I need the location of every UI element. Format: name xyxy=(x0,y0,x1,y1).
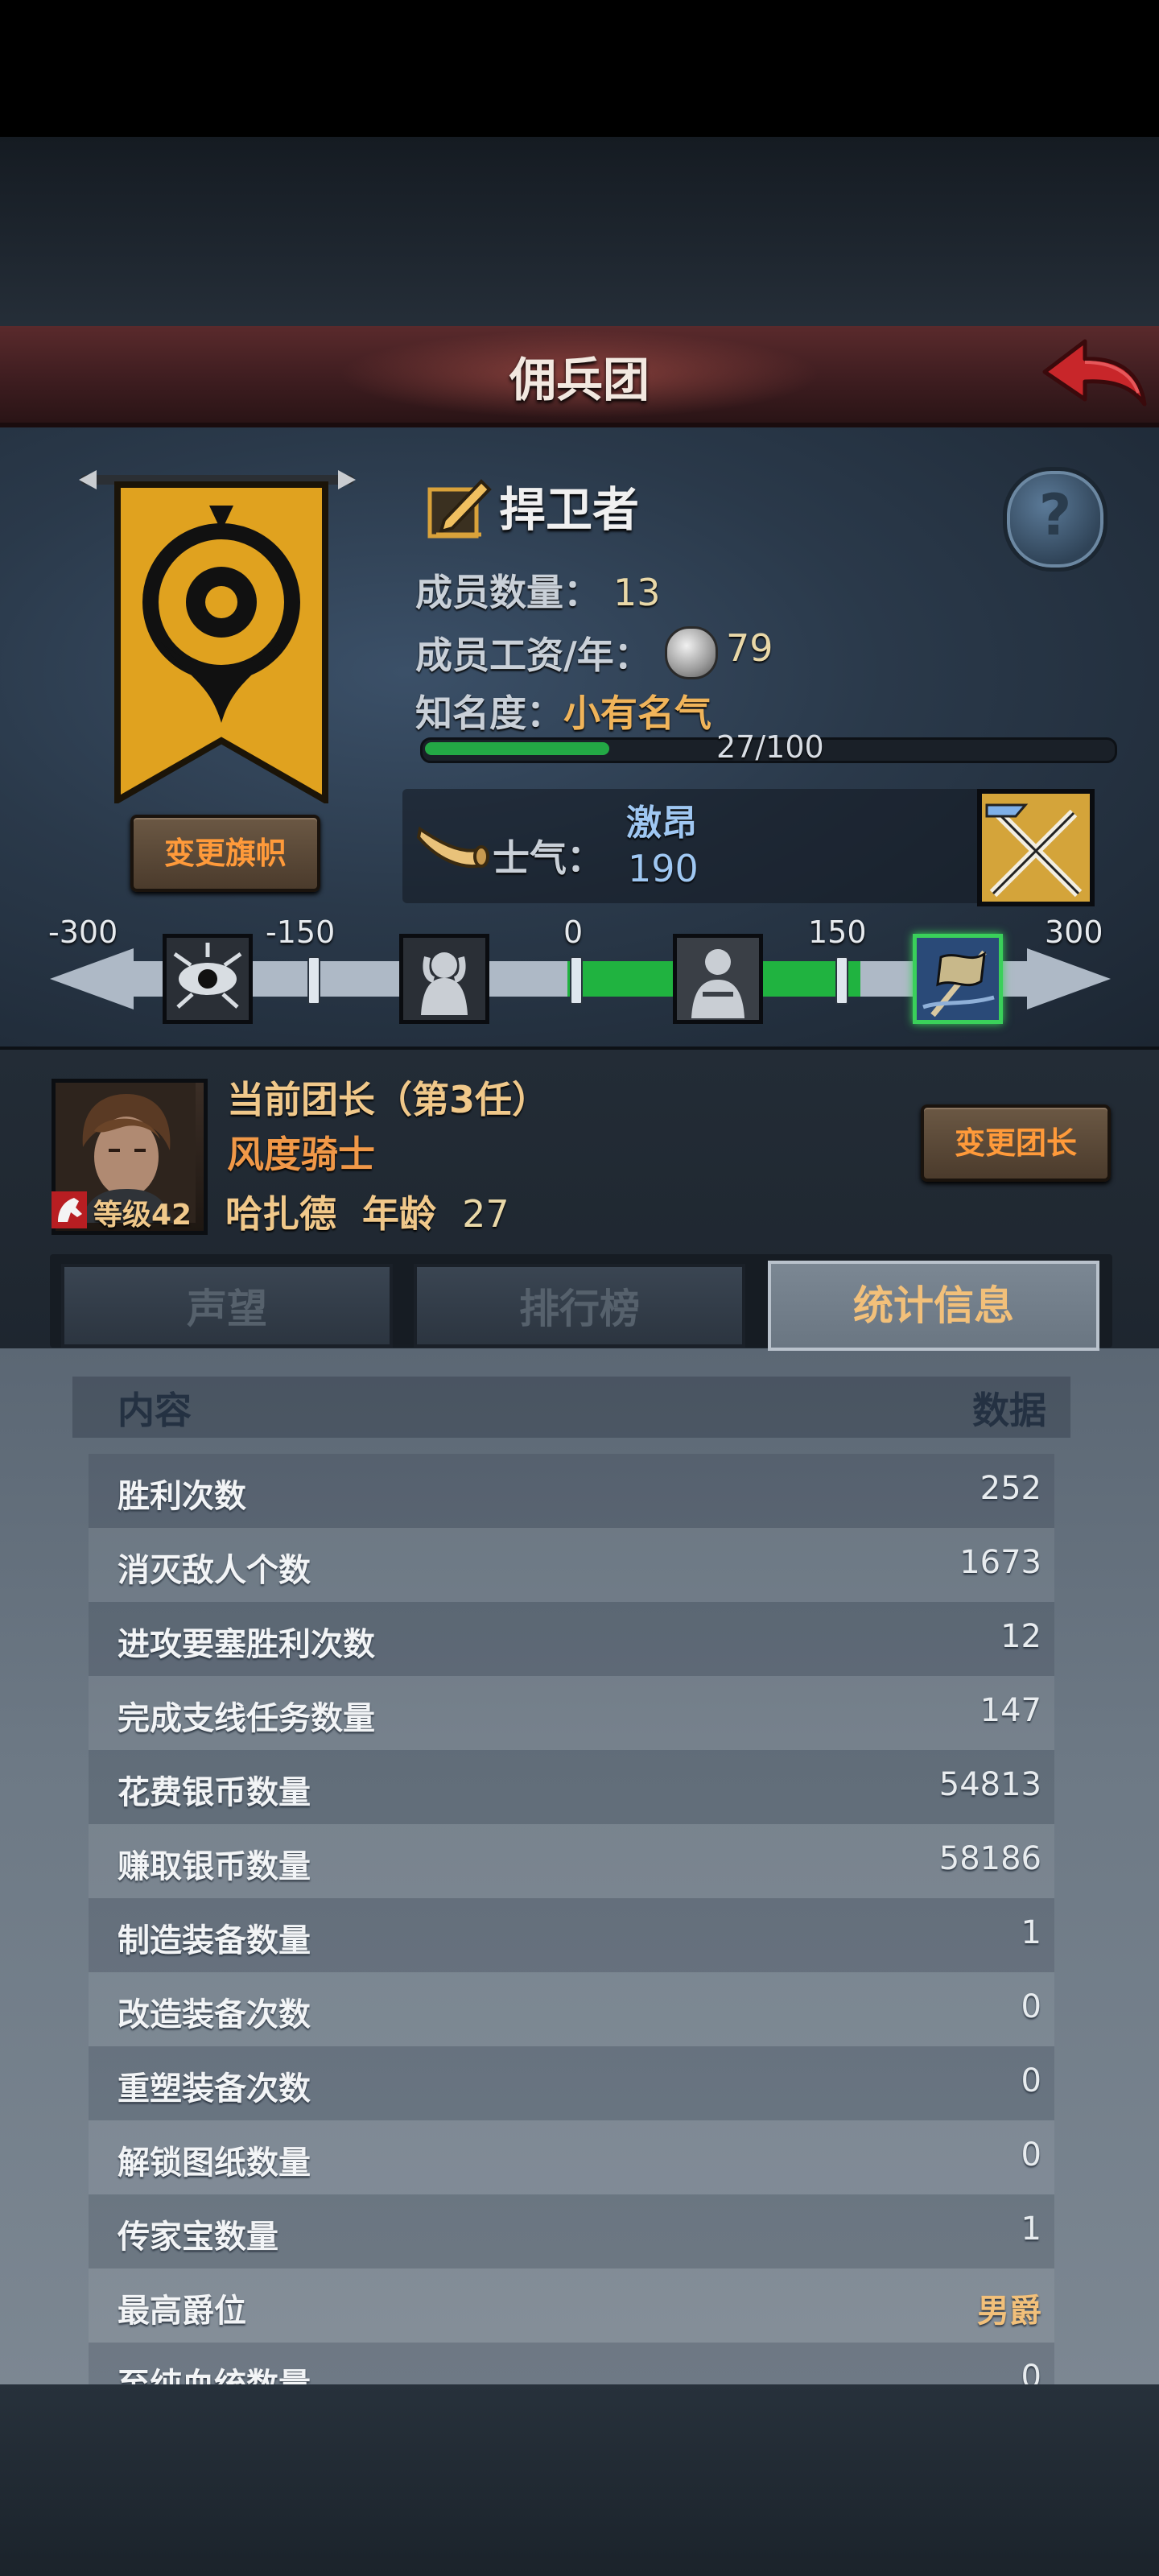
row-label: 最高爵位 xyxy=(118,2293,246,2330)
row-label: 花费银币数量 xyxy=(118,1774,311,1811)
banner-pole-tip-right xyxy=(338,470,356,489)
row-label: 制造装备数量 xyxy=(118,1922,311,1959)
table-row: 制造装备数量 1 xyxy=(89,1898,1054,1972)
table-row: 消灭敌人个数 1673 xyxy=(89,1528,1054,1602)
table-row: 花费银币数量 54813 xyxy=(89,1750,1054,1824)
tab-statistics[interactable]: 统计信息 xyxy=(768,1261,1099,1351)
row-label: 消灭敌人个数 xyxy=(118,1552,311,1589)
horse-icon xyxy=(52,1191,87,1228)
scale-tick xyxy=(835,956,848,1005)
leader-class: 风度骑士 xyxy=(227,1133,375,1176)
page-title: 佣兵团 xyxy=(509,353,650,407)
edit-name-icon[interactable] xyxy=(425,473,493,541)
help-button[interactable]: ? xyxy=(1003,467,1107,572)
row-value: 58186 xyxy=(938,1840,1041,1877)
silver-coin-icon xyxy=(665,626,718,679)
leader-level: 等级42 xyxy=(93,1199,192,1232)
status-bar-area xyxy=(0,0,1159,137)
row-value: 1 xyxy=(1021,2211,1041,2248)
members-value: 13 xyxy=(613,571,661,614)
row-value: 252 xyxy=(980,1470,1041,1507)
row-label: 进攻要塞胜利次数 xyxy=(118,1626,375,1663)
scale-label-high: 150 xyxy=(808,914,867,950)
column-header-content: 内容 xyxy=(118,1389,192,1432)
morale-stage-calm-icon[interactable] xyxy=(673,934,763,1024)
change-leader-button[interactable]: 变更团长 xyxy=(921,1104,1111,1182)
row-value: 0 xyxy=(1021,2062,1041,2099)
back-button[interactable] xyxy=(1038,330,1151,419)
banner-emblem-icon xyxy=(114,481,328,806)
horn-icon xyxy=(415,818,489,874)
company-banner[interactable] xyxy=(113,481,330,806)
morale-stage-despair-icon[interactable] xyxy=(399,934,489,1024)
company-name: 捍卫者 xyxy=(499,482,640,537)
table-row: 进攻要塞胜利次数 12 xyxy=(89,1602,1054,1676)
scale-label-max: 300 xyxy=(1045,914,1103,950)
row-value: 1 xyxy=(1021,1914,1041,1951)
row-label: 传家宝数量 xyxy=(118,2219,278,2256)
table-row: 重塑装备次数 0 xyxy=(89,2046,1054,2120)
question-icon: ? xyxy=(1038,482,1072,548)
row-value: 54813 xyxy=(938,1766,1041,1803)
back-arrow-icon xyxy=(1042,339,1147,407)
scale-arrow-right xyxy=(1027,948,1111,1009)
morale-status: 激昂 xyxy=(626,803,697,844)
row-value: 147 xyxy=(980,1692,1041,1729)
change-banner-button[interactable]: 变更旗帜 xyxy=(130,815,320,892)
scale-tick xyxy=(307,956,320,1005)
morale-stage-inspired-icon[interactable] xyxy=(913,934,1003,1024)
leader-name: 哈扎德 xyxy=(225,1192,336,1236)
fame-line: 知名度：小有名气 xyxy=(415,684,711,737)
row-value: 1673 xyxy=(959,1544,1041,1581)
leader-title: 当前团长（第3任） xyxy=(227,1078,550,1121)
morale-swords-icon xyxy=(977,789,1095,906)
fame-progress-fill xyxy=(425,742,609,755)
row-value: 0 xyxy=(1021,2136,1041,2174)
tab-leaderboard[interactable]: 排行榜 xyxy=(414,1264,745,1348)
bottom-backdrop xyxy=(0,2384,1159,2576)
row-label: 赚取银币数量 xyxy=(118,1848,311,1885)
table-row: 传家宝数量 1 xyxy=(89,2194,1054,2268)
column-header-data: 数据 xyxy=(972,1389,1046,1432)
leader-name-line: 哈扎德 年龄 27 xyxy=(225,1185,509,1238)
row-label: 至纯血统数量 xyxy=(118,2359,311,2384)
salary-label: 成员工资/年： xyxy=(415,634,651,677)
fame-progress-text: 27/100 xyxy=(716,729,824,765)
row-label: 解锁图纸数量 xyxy=(118,2145,311,2182)
tab-reputation[interactable]: 声望 xyxy=(61,1264,393,1348)
row-value: 0 xyxy=(1021,1988,1041,2025)
scale-label-min: -300 xyxy=(48,914,118,950)
leader-level-badge: 等级42 xyxy=(52,1190,204,1232)
row-value: 男爵 xyxy=(977,2293,1041,2330)
fame-value: 小有名气 xyxy=(563,691,711,735)
morale-value: 190 xyxy=(628,847,699,890)
row-label: 胜利次数 xyxy=(118,1478,246,1515)
banner-pole-tip-left xyxy=(79,470,97,489)
scale-label-low: -150 xyxy=(266,914,336,950)
row-value: 12 xyxy=(1000,1618,1041,1655)
members-label: 成员数量： xyxy=(415,571,600,614)
table-row: 至纯血统数量 0 xyxy=(89,2343,1054,2384)
row-label: 重塑装备次数 xyxy=(118,2070,311,2107)
row-value: 0 xyxy=(1021,2359,1041,2384)
salary-value: 79 xyxy=(726,626,773,670)
top-backdrop xyxy=(0,137,1159,326)
table-row: 胜利次数 252 xyxy=(89,1454,1054,1528)
table-row: 赚取银币数量 58186 xyxy=(89,1824,1054,1898)
members-count: 成员数量： 13 xyxy=(415,564,661,617)
scale-label-zero: 0 xyxy=(563,914,584,950)
leader-age-label: 年龄 xyxy=(362,1192,437,1236)
fame-label: 知名度： xyxy=(415,691,563,735)
leader-age-value: 27 xyxy=(462,1192,509,1236)
row-label: 改造装备次数 xyxy=(118,1996,311,2033)
row-label: 完成支线任务数量 xyxy=(118,1700,375,1737)
table-row: 改造装备次数 0 xyxy=(89,1972,1054,2046)
morale-stage-eye-icon[interactable] xyxy=(163,934,253,1024)
table-row: 解锁图纸数量 0 xyxy=(89,2120,1054,2194)
scale-tick xyxy=(570,956,583,1005)
table-row: 最高爵位 男爵 xyxy=(89,2268,1054,2343)
morale-label: 士气： xyxy=(493,836,604,880)
table-row: 完成支线任务数量 147 xyxy=(89,1676,1054,1750)
